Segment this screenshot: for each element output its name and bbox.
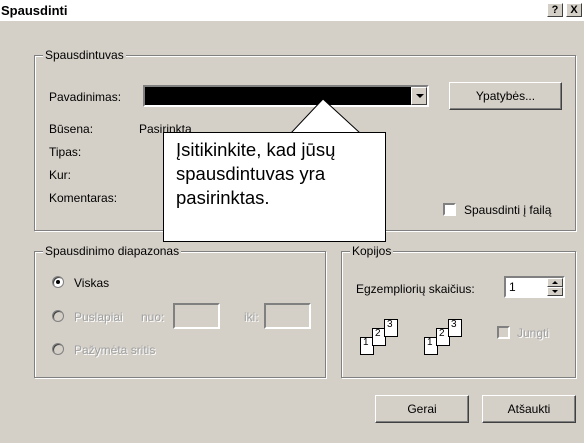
collate-illustration-1: 1 2 3 xyxy=(360,317,414,361)
callout-line-2: spausdintuvas yra xyxy=(176,163,326,184)
print-to-file-checkbox[interactable] xyxy=(443,203,456,216)
print-range-legend: Spausdinimo diapazonas xyxy=(43,244,182,258)
range-to-input[interactable] xyxy=(264,303,311,329)
copies-legend: Kopijos xyxy=(350,244,394,258)
collate-illustration-2: 1 2 3 xyxy=(424,317,478,361)
page-icon: 3 xyxy=(384,319,398,337)
callout-line-1: Įsitikinkite, kad jūsų xyxy=(176,139,336,160)
printer-name-select[interactable] xyxy=(143,85,429,107)
comment-label: Komentaras: xyxy=(49,191,118,205)
spin-down-icon[interactable] xyxy=(547,287,563,296)
page-icon: 3 xyxy=(448,319,462,337)
callout-pointer xyxy=(290,98,362,134)
printer-name-label: Pavadinimas: xyxy=(49,90,122,104)
cancel-button[interactable]: Atšaukti xyxy=(482,395,576,423)
collate-checkbox[interactable] xyxy=(497,326,510,339)
print-dialog: Spausdinti ? X Spausdintuvas Pavadinimas… xyxy=(0,0,584,443)
range-selection-label[interactable]: Pažymėta sritis xyxy=(74,343,155,357)
printer-selection-callout: Įsitikinkite, kad jūsų spausdintuvas yra… xyxy=(163,132,386,242)
ok-button[interactable]: Gerai xyxy=(375,395,469,423)
copies-count-spinner[interactable]: 1 xyxy=(504,276,565,298)
callout-line-3: pasirinktas. xyxy=(176,187,270,208)
copies-count-label: Egzempliorių skaičius: xyxy=(356,282,475,296)
help-button[interactable]: ? xyxy=(547,3,563,17)
close-button[interactable]: X xyxy=(566,3,582,17)
status-label: Būsena: xyxy=(49,122,94,136)
range-to-label: iki: xyxy=(244,310,259,324)
radio-selected-dot xyxy=(56,280,60,284)
range-from-label: nuo: xyxy=(141,310,165,324)
range-pages-label[interactable]: Puslapiai xyxy=(74,310,123,324)
range-pages-radio[interactable] xyxy=(52,310,64,322)
range-all-radio[interactable] xyxy=(52,276,64,288)
chevron-down-icon[interactable] xyxy=(411,87,427,105)
collate-label[interactable]: Jungti xyxy=(517,326,549,340)
properties-button[interactable]: Ypatybės... xyxy=(449,82,562,110)
range-all-label[interactable]: Viskas xyxy=(74,276,109,290)
range-selection-radio[interactable] xyxy=(52,343,64,355)
where-label: Kur: xyxy=(49,168,72,182)
printer-group-legend: Spausdintuvas xyxy=(43,48,126,62)
title-bar: Spausdinti ? X xyxy=(0,0,584,22)
type-label: Tipas: xyxy=(49,145,82,159)
spin-up-icon[interactable] xyxy=(547,278,563,287)
print-to-file-label[interactable]: Spausdinti į failą xyxy=(464,203,551,217)
window-title: Spausdinti xyxy=(1,3,68,18)
copies-count-value[interactable]: 1 xyxy=(509,280,516,294)
range-from-input[interactable] xyxy=(173,303,220,329)
